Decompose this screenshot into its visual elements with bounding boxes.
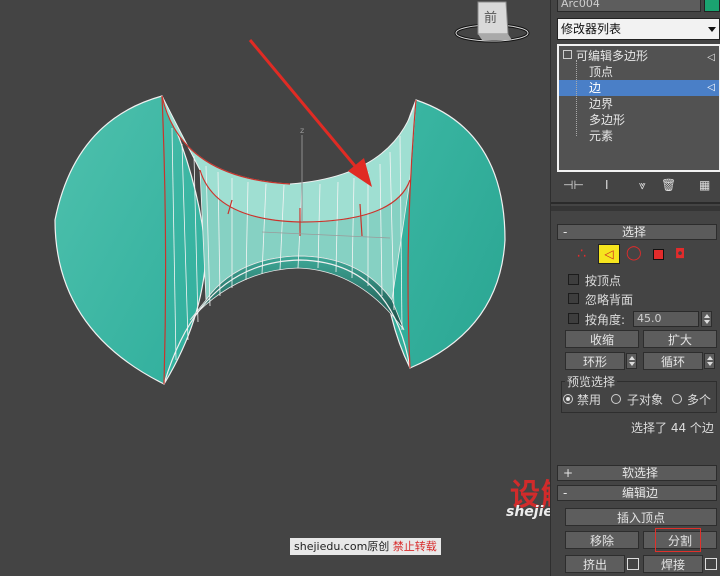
- scroll-track[interactable]: [551, 206, 720, 211]
- credit-strip: shejiedu.com原创 禁止转载: [290, 538, 441, 555]
- loop-button[interactable]: 循环: [643, 352, 703, 370]
- view-cube-label: 前: [484, 10, 497, 26]
- make-unique-icon[interactable]: ⩔: [639, 178, 646, 193]
- modifier-list-label: 修改器列表: [561, 22, 622, 36]
- ring-spinner[interactable]: [626, 353, 637, 369]
- shrink-button[interactable]: 收缩: [565, 330, 639, 348]
- remove-modifier-icon[interactable]: 🗑: [661, 178, 676, 192]
- modifier-list-dropdown[interactable]: 修改器列表: [557, 18, 720, 40]
- credit-site: shejiedu.com原创: [294, 540, 390, 553]
- soft-selection-rollout-header[interactable]: + 软选择: [557, 465, 717, 481]
- triangle-icon: ◁: [707, 82, 715, 93]
- by-vertex-label: 按顶点: [585, 274, 622, 288]
- polygon-mode-icon[interactable]: [653, 249, 664, 260]
- angle-spinner[interactable]: [701, 311, 712, 327]
- viewport-front[interactable]: z 前 设解读 shejiedu.com shejiedu.com原创 禁止转载: [0, 0, 550, 576]
- object-color-swatch[interactable]: [704, 0, 720, 12]
- by-angle-checkbox[interactable]: [568, 313, 579, 324]
- angle-value-field[interactable]: 45.0: [633, 311, 699, 327]
- element-mode-icon[interactable]: ◘: [675, 247, 685, 262]
- rollout-collapse: -: [563, 486, 568, 500]
- z-axis-label: z: [300, 126, 304, 135]
- selection-status: 选择了 44 个边: [631, 421, 714, 435]
- rollout-collapse: -: [563, 225, 568, 239]
- arrow-annotation: [248, 39, 372, 187]
- grow-button[interactable]: 扩大: [643, 330, 717, 348]
- tree-line: [576, 60, 578, 136]
- rollout-title: 软选择: [622, 466, 659, 480]
- stack-item-label: 顶点: [589, 65, 614, 79]
- preview-selection-title: 预览选择: [565, 373, 618, 390]
- stack-item-editable-poly[interactable]: 可编辑多边形 ◁: [559, 48, 719, 64]
- stack-item-label: 可编辑多边形: [576, 49, 649, 63]
- preview-subobject-radio[interactable]: [611, 394, 621, 404]
- rollout-title: 选择: [622, 225, 647, 239]
- stack-item-label: 多边形: [589, 113, 626, 127]
- edit-edges-rollout-header[interactable]: - 编辑边: [557, 485, 717, 501]
- ignore-backfacing-checkbox[interactable]: [568, 293, 579, 304]
- preview-disabled-radio[interactable]: [563, 394, 573, 404]
- viewport-canvas: z 前: [54, 1, 530, 385]
- stack-item-edge[interactable]: 边 ◁: [559, 80, 719, 96]
- stack-item-border[interactable]: 边界: [559, 96, 719, 112]
- split-highlight-box: [655, 528, 701, 552]
- extrude-button[interactable]: 挤出: [565, 555, 625, 573]
- object-name-field[interactable]: Arc004: [557, 0, 701, 12]
- stack-item-label: 边界: [589, 97, 614, 111]
- preview-multi-label: 多个: [687, 393, 712, 407]
- stack-item-label: 边: [589, 81, 602, 95]
- credit-warning: 禁止转载: [392, 540, 437, 553]
- command-panel: Arc004 修改器列表 可编辑多边形 ◁ 顶点 边 ◁ 边界 多边形 元素 ⊣…: [550, 0, 720, 576]
- stack-toolbar: ⊣⊢ Ⅰ ⩔ 🗑 ▦: [557, 178, 720, 196]
- chevron-down-icon: [708, 27, 716, 32]
- insert-vertex-button[interactable]: 插入顶点: [565, 508, 717, 526]
- ring-button[interactable]: 环形: [565, 352, 625, 370]
- show-end-result-icon[interactable]: Ⅰ: [605, 178, 609, 192]
- remove-button[interactable]: 移除: [565, 531, 639, 549]
- edge-mode-icon[interactable]: ◁: [598, 244, 620, 264]
- top-band-face: [161, 95, 417, 223]
- stack-item-vertex[interactable]: 顶点: [559, 64, 719, 80]
- watermark-url: shejiedu.com: [506, 504, 550, 520]
- preview-multi-radio[interactable]: [672, 394, 682, 404]
- modifier-stack[interactable]: 可编辑多边形 ◁ 顶点 边 ◁ 边界 多边形 元素: [557, 44, 720, 172]
- collapse-icon[interactable]: [563, 50, 572, 59]
- preview-disabled-label: 禁用: [577, 393, 602, 407]
- rollout-expand: +: [563, 466, 574, 480]
- configure-sets-icon[interactable]: ▦: [699, 178, 710, 192]
- ignore-backfacing-label: 忽略背面: [585, 293, 634, 307]
- preview-subobject-label: 子对象: [627, 393, 664, 407]
- selection-rollout-header[interactable]: - 选择: [557, 224, 717, 240]
- rollout-title: 编辑边: [622, 486, 659, 500]
- weld-settings-icon[interactable]: [705, 558, 717, 570]
- stack-item-polygon[interactable]: 多边形: [559, 112, 719, 128]
- pin-stack-icon[interactable]: ⊣⊢: [563, 178, 584, 192]
- vertex-mode-icon[interactable]: ∴: [577, 246, 586, 262]
- separator: [551, 202, 720, 204]
- by-vertex-checkbox[interactable]: [568, 274, 579, 285]
- weld-button[interactable]: 焊接: [643, 555, 703, 573]
- extrude-settings-icon[interactable]: [627, 558, 639, 570]
- loop-spinner[interactable]: [704, 353, 715, 369]
- stack-item-label: 元素: [589, 129, 614, 143]
- by-angle-label: 按角度:: [585, 313, 626, 327]
- stack-item-element[interactable]: 元素: [559, 128, 719, 144]
- border-mode-icon[interactable]: ◯: [626, 245, 642, 261]
